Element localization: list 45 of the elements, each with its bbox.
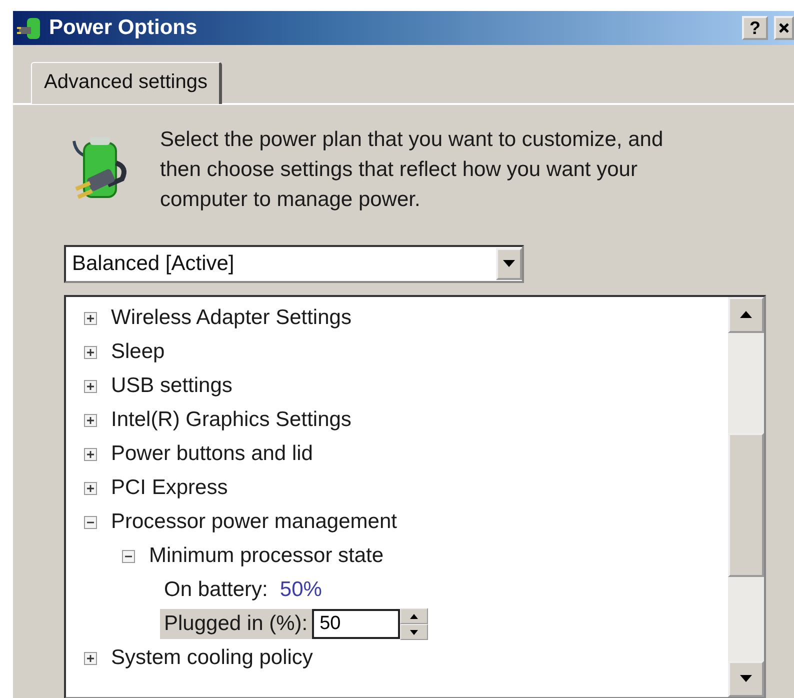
value-field[interactable]: 50 [312, 609, 400, 639]
plus-icon [86, 484, 95, 492]
plus-icon [86, 348, 95, 356]
expand-toggle[interactable] [84, 380, 97, 392]
expand-toggle[interactable] [84, 652, 97, 664]
plus-icon [86, 314, 95, 322]
close-icon [779, 23, 789, 33]
spin-up-button[interactable] [400, 608, 428, 624]
setting-label[interactable]: On battery: [160, 575, 272, 605]
expand-toggle[interactable] [84, 448, 97, 460]
vertical-scrollbar[interactable] [728, 297, 764, 697]
tree-item[interactable]: Minimum processor state [149, 544, 384, 568]
expand-toggle[interactable] [84, 346, 97, 358]
window-title: Power Options [49, 16, 198, 40]
up-arrow-icon [410, 614, 418, 618]
tree-item[interactable]: Intel(R) Graphics Settings [111, 408, 352, 432]
tree-item[interactable]: System cooling policy [111, 646, 313, 670]
plus-icon [86, 450, 95, 458]
tree-item[interactable]: Power buttons and lid [111, 442, 313, 466]
tree-item[interactable]: USB settings [111, 374, 232, 398]
plus-icon [86, 382, 95, 390]
plus-icon [86, 416, 95, 424]
tree-item[interactable]: Sleep [111, 340, 165, 364]
tree-item[interactable]: Processor power management [111, 510, 397, 534]
description-text: Select the power plan that you want to customize, and then choose settings that reflect how you want your computer to manage power. [160, 127, 664, 213]
tree-item[interactable]: PCI Express [111, 476, 228, 500]
scroll-down-icon [740, 675, 752, 683]
collapse-toggle[interactable] [84, 516, 97, 528]
collapse-toggle[interactable] [122, 550, 135, 562]
close-button[interactable] [774, 16, 794, 40]
expand-toggle[interactable] [84, 414, 97, 426]
tree-item[interactable]: Wireless Adapter Settings [111, 306, 352, 330]
setting-label[interactable]: Plugged in (%): [160, 609, 312, 639]
scroll-up-icon [740, 311, 752, 319]
setting-value[interactable]: 50% [280, 578, 322, 602]
down-arrow-icon [410, 630, 418, 634]
expand-toggle[interactable] [84, 482, 97, 494]
help-button[interactable]: ? [742, 16, 768, 40]
spin-down-button[interactable] [400, 624, 428, 640]
battery-plug-icon [17, 15, 43, 41]
tab[interactable]: Advanced settings [31, 62, 222, 104]
plus-icon [86, 654, 95, 662]
dropdown-arrow-icon [503, 260, 515, 268]
expand-toggle[interactable] [84, 312, 97, 324]
plan-dropdown[interactable]: Balanced [Active] [64, 245, 524, 283]
